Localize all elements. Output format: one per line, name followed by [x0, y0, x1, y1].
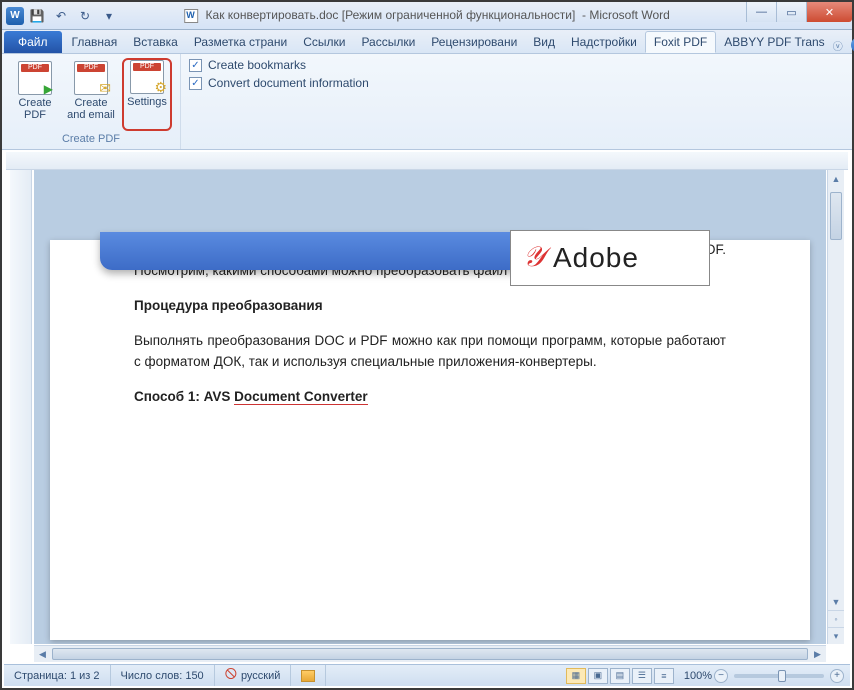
pdf-settings-icon	[130, 60, 164, 94]
qat-save-button[interactable]: 💾	[26, 5, 48, 27]
pdf-email-icon	[74, 61, 108, 95]
title-filename: Как конвертировать.doc	[206, 8, 339, 22]
vscroll-thumb[interactable]	[830, 192, 842, 240]
window-title: Как конвертировать.doc [Режим ограниченн…	[184, 8, 670, 23]
next-page-button[interactable]: ▾	[828, 627, 844, 644]
horizontal-scrollbar[interactable]: ◀ ▶	[34, 645, 826, 662]
heading-2-link: Document Converter	[234, 389, 368, 405]
create-and-email-button[interactable]: Create and email	[66, 58, 116, 131]
view-print-layout-button[interactable]: ▦	[566, 668, 586, 684]
zoom-in-button[interactable]: +	[830, 669, 844, 683]
tab-foxit-pdf[interactable]: Foxit PDF	[645, 31, 716, 53]
adobe-swoosh-icon: 𝒴	[523, 242, 545, 274]
ribbon: Create PDF Create and email Settings Cre…	[2, 54, 852, 150]
adobe-logo-box: 𝒴 Adobe	[510, 230, 710, 286]
scroll-up-button[interactable]: ▲	[828, 170, 844, 187]
create-pdf-button[interactable]: Create PDF	[10, 58, 60, 131]
qat-undo-button[interactable]: ↶	[50, 5, 72, 27]
qat-redo-button[interactable]: ↻	[74, 5, 96, 27]
zoom-slider[interactable]	[734, 674, 824, 678]
ribbon-checkbox-column: ✓ Create bookmarks ✓ Convert document in…	[181, 54, 377, 149]
status-page[interactable]: Страница: 1 из 2	[4, 665, 111, 686]
ribbon-tabs: Файл Главная Вставка Разметка страни Ссы…	[2, 30, 852, 54]
status-language-label: русский	[241, 670, 280, 682]
hscroll-thumb[interactable]	[52, 648, 808, 660]
checkbox-icon: ✓	[189, 77, 202, 90]
tab-addins[interactable]: Надстройки	[563, 31, 645, 53]
zoom-slider-thumb[interactable]	[778, 670, 786, 682]
word-app-icon: W	[6, 7, 24, 25]
adobe-text: Adobe	[553, 242, 639, 274]
convert-docinfo-checkbox[interactable]: ✓ Convert document information	[189, 76, 369, 90]
status-word-count[interactable]: Число слов: 150	[111, 665, 215, 686]
tab-review[interactable]: Рецензировани	[423, 31, 525, 53]
scroll-right-button[interactable]: ▶	[809, 646, 826, 662]
ribbon-group-create-pdf: Create PDF Create and email Settings Cre…	[2, 54, 181, 149]
tab-mailings[interactable]: Рассылки	[353, 31, 423, 53]
qat-customize-button[interactable]: ▾	[98, 5, 120, 27]
view-web-button[interactable]: ▤	[610, 668, 630, 684]
document-icon	[184, 9, 198, 23]
status-language[interactable]: 🛇 русский	[215, 665, 292, 686]
scroll-left-button[interactable]: ◀	[34, 646, 51, 662]
tab-layout[interactable]: Разметка страни	[186, 31, 295, 53]
tab-abbyy[interactable]: ABBYY PDF Trans	[716, 31, 832, 53]
settings-button[interactable]: Settings	[122, 58, 172, 131]
checkbox-icon: ✓	[189, 59, 202, 72]
pdf-create-icon	[18, 61, 52, 95]
status-bar: Страница: 1 из 2 Число слов: 150 🛇 русск…	[4, 664, 850, 686]
zoom-level[interactable]: 100%	[684, 670, 712, 682]
settings-label: Settings	[127, 96, 167, 108]
title-mode: [Режим ограниченной функциональности]	[342, 8, 576, 22]
maximize-button[interactable]: ▭	[776, 2, 806, 22]
tab-insert[interactable]: Вставка	[125, 31, 186, 53]
horizontal-ruler[interactable]	[6, 152, 848, 170]
tab-home[interactable]: Главная	[64, 31, 126, 53]
prev-page-button[interactable]: ◦	[828, 610, 844, 627]
vertical-ruler[interactable]	[10, 170, 32, 644]
minimize-ribbon-button[interactable]: ⓥ	[833, 38, 843, 53]
title-bar: W 💾 ↶ ↻ ▾ Как конвертировать.doc [Режим …	[2, 2, 852, 30]
create-bookmarks-label: Create bookmarks	[208, 58, 306, 72]
create-email-label: Create and email	[67, 97, 115, 121]
heading-2: Способ 1: AVS Document Converter	[134, 387, 726, 408]
close-button[interactable]: ✕	[806, 2, 852, 22]
tab-view[interactable]: Вид	[525, 31, 563, 53]
view-outline-button[interactable]: ☰	[632, 668, 652, 684]
create-pdf-label: Create PDF	[18, 97, 51, 121]
ribbon-group-label: Create PDF	[10, 131, 172, 147]
scroll-down-button[interactable]: ▼	[828, 593, 844, 610]
document-page[interactable]: 𝒴 Adobe Одними из самых популярных форма…	[50, 240, 810, 640]
status-insert-mode[interactable]	[291, 665, 326, 686]
zoom-out-button[interactable]: −	[714, 669, 728, 683]
convert-docinfo-label: Convert document information	[208, 76, 369, 90]
page-viewport: 𝒴 Adobe Одними из самых популярных форма…	[34, 170, 826, 644]
view-fullscreen-button[interactable]: ▣	[588, 668, 608, 684]
title-appname: - Microsoft Word	[582, 8, 670, 22]
heading-2-prefix: Способ 1: AVS	[134, 389, 234, 404]
paragraph-2: Выполнять преобразования DOC и PDF можно…	[134, 331, 726, 373]
insert-mode-icon	[301, 670, 315, 682]
vertical-scrollbar[interactable]: ▲ ▼ ◦ ▾	[827, 170, 844, 644]
tab-references[interactable]: Ссылки	[295, 31, 353, 53]
document-area: 𝒴 Adobe Одними из самых популярных форма…	[6, 152, 848, 664]
create-bookmarks-checkbox[interactable]: ✓ Create bookmarks	[189, 58, 369, 72]
tab-file[interactable]: Файл	[4, 31, 62, 53]
heading-1: Процедура преобразования	[134, 296, 726, 317]
view-draft-button[interactable]: ≡	[654, 668, 674, 684]
spellcheck-icon: 🛇	[225, 665, 237, 686]
minimize-button[interactable]: —	[746, 2, 776, 22]
